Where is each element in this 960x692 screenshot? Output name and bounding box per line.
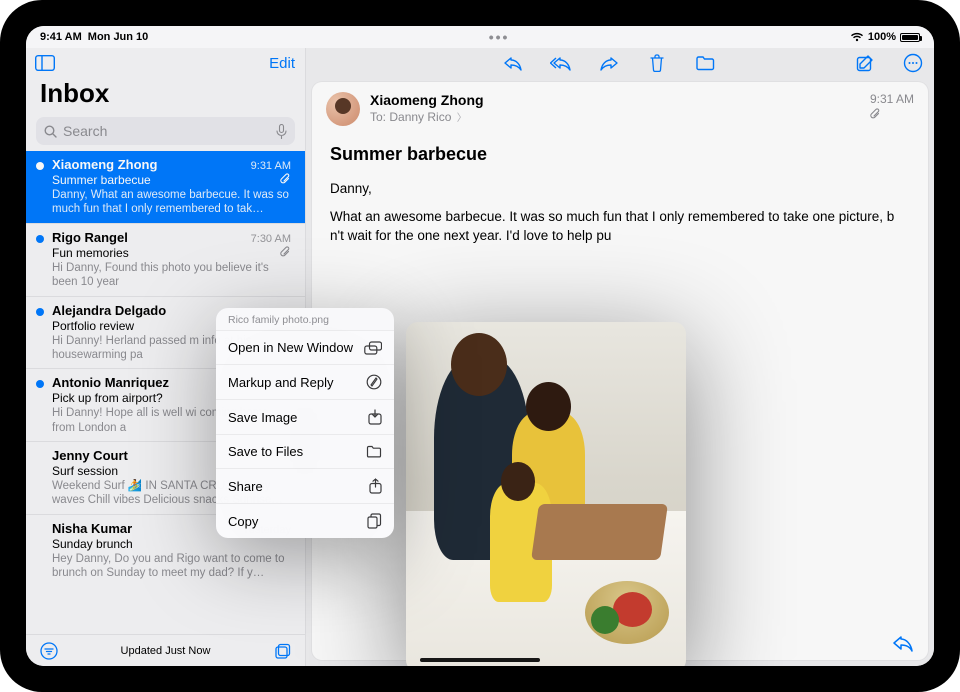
save-image-icon bbox=[368, 409, 382, 425]
ctx-item-label: Save Image bbox=[228, 410, 297, 425]
mail-app: Edit Inbox Search Xiaomeng Zhong9:31 AM … bbox=[26, 48, 934, 666]
open-new-window-icon bbox=[364, 341, 382, 355]
ctx-save-to-files[interactable]: Save to Files bbox=[216, 434, 394, 468]
ctx-item-label: Markup and Reply bbox=[228, 375, 334, 390]
status-right: 100% bbox=[850, 31, 920, 43]
ctx-markup-reply[interactable]: Markup and Reply bbox=[216, 364, 394, 399]
ipad-device: 9:41 AM Mon Jun 10 ••• 100% Edit bbox=[0, 0, 960, 692]
home-indicator[interactable] bbox=[420, 658, 540, 662]
attachment-preview[interactable] bbox=[406, 322, 686, 666]
status-date: Mon Jun 10 bbox=[88, 31, 149, 43]
screen: 9:41 AM Mon Jun 10 ••• 100% Edit bbox=[26, 26, 934, 666]
attachment-image bbox=[406, 322, 686, 666]
status-bar: 9:41 AM Mon Jun 10 ••• 100% bbox=[26, 26, 934, 48]
copy-icon bbox=[367, 513, 382, 529]
ctx-item-label: Save to Files bbox=[228, 444, 303, 459]
context-menu: Rico family photo.png Open in New Window… bbox=[216, 308, 394, 538]
share-icon bbox=[369, 478, 382, 494]
ctx-save-image[interactable]: Save Image bbox=[216, 399, 394, 434]
multitask-handle[interactable]: ••• bbox=[148, 30, 850, 44]
ctx-share[interactable]: Share bbox=[216, 468, 394, 503]
clock: 9:41 AM bbox=[40, 31, 82, 43]
context-menu-title: Rico family photo.png bbox=[216, 308, 394, 331]
ctx-item-label: Copy bbox=[228, 514, 258, 529]
battery-icon bbox=[900, 33, 920, 42]
multitask-dots-icon: ••• bbox=[489, 30, 510, 44]
ctx-item-label: Open in New Window bbox=[228, 340, 353, 355]
ctx-copy[interactable]: Copy bbox=[216, 503, 394, 538]
battery-percent: 100% bbox=[868, 31, 896, 43]
folder-icon bbox=[366, 445, 382, 458]
ctx-item-label: Share bbox=[228, 479, 263, 494]
status-left: 9:41 AM Mon Jun 10 bbox=[40, 31, 148, 43]
wifi-icon bbox=[850, 32, 864, 42]
markup-icon bbox=[366, 374, 382, 390]
ctx-open-new-window[interactable]: Open in New Window bbox=[216, 331, 394, 364]
